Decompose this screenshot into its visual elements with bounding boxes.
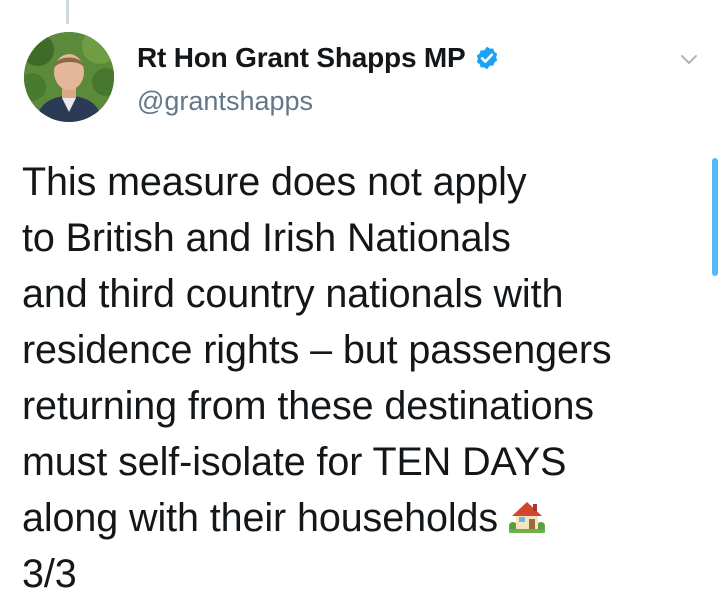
tweet-text-line: This measure does not apply	[22, 160, 527, 204]
tweet-text: This measure does not apply to British a…	[22, 154, 702, 602]
tweet-card: Rt Hon Grant Shapps MP @grantshapps This…	[0, 0, 720, 606]
tweet-header: Rt Hon Grant Shapps MP @grantshapps	[137, 40, 660, 117]
tweet-text-line: residence rights – but passengers	[22, 328, 612, 372]
tweet-text-line: returning from these destinations	[22, 384, 594, 428]
tweet-text-line-with-emoji: along with their households	[22, 490, 702, 546]
chevron-down-icon[interactable]	[678, 48, 700, 70]
author-display-name[interactable]: Rt Hon Grant Shapps MP	[137, 42, 466, 74]
avatar[interactable]	[24, 32, 114, 122]
scrollbar[interactable]	[712, 158, 718, 276]
tweet-text-line: and third country nationals with	[22, 272, 564, 316]
tweet-text-line: 3/3	[22, 552, 77, 596]
verified-badge-icon	[474, 45, 500, 71]
author-handle[interactable]: @grantshapps	[137, 86, 660, 117]
thread-connector-line	[66, 0, 69, 24]
house-with-garden-icon	[508, 494, 546, 533]
avatar-photo	[24, 32, 114, 122]
tweet-text-line: must self-isolate for TEN DAYS	[22, 440, 567, 484]
tweet-text-line: along with their households	[22, 496, 499, 540]
author-name-row: Rt Hon Grant Shapps MP	[137, 40, 660, 76]
tweet-text-line: to British and Irish Nationals	[22, 216, 511, 260]
